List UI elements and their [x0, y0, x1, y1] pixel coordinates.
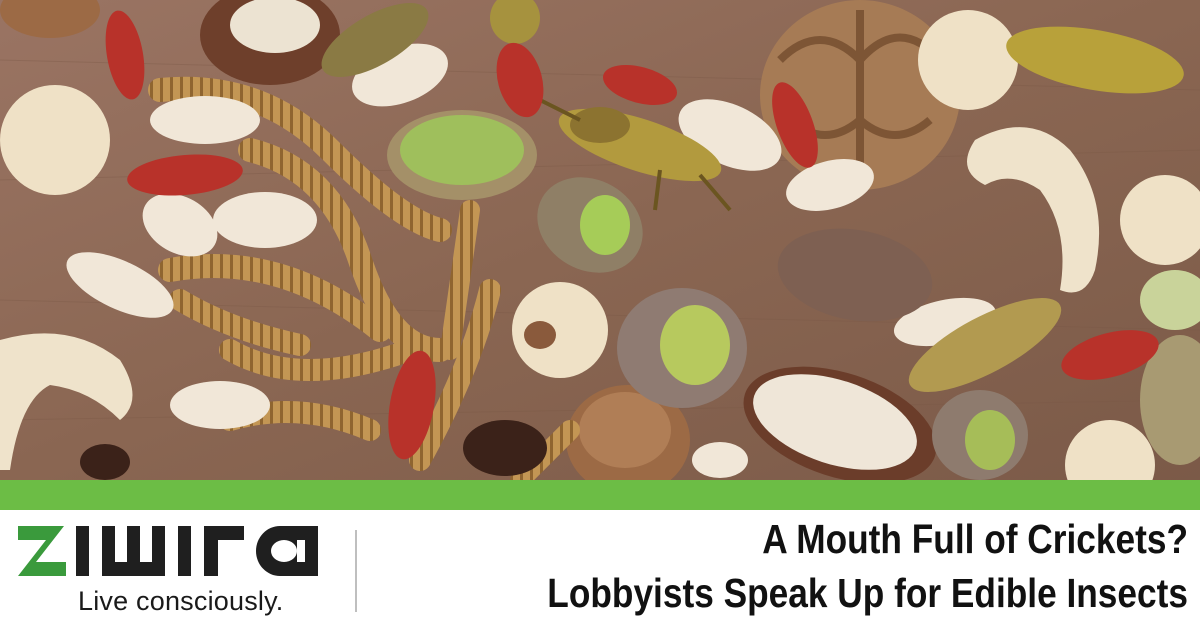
article-share-card: Live consciously. A Mouth Full of Cricke…	[0, 0, 1200, 630]
footer-divider	[355, 530, 357, 612]
pistachio	[932, 390, 1028, 480]
hazelnut	[918, 10, 1018, 110]
hazelnut	[0, 85, 110, 195]
pistachio	[617, 288, 747, 408]
headline-line-2: Lobbyists Speak Up for Edible Insects	[547, 570, 1188, 616]
raisin	[80, 444, 130, 480]
article-headline[interactable]: A Mouth Full of Crickets? Lobbyists Spea…	[388, 512, 1188, 620]
logo-wordmark	[18, 526, 318, 576]
accent-bar	[0, 480, 1200, 510]
footer-banner: Live consciously. A Mouth Full of Cricke…	[0, 510, 1200, 630]
pistachio	[387, 110, 537, 200]
brand-tagline: Live consciously.	[78, 586, 284, 616]
pine-nut	[170, 381, 270, 429]
pine-nut	[150, 96, 260, 144]
hero-photo	[0, 0, 1200, 480]
pistachio	[1140, 270, 1200, 465]
pine-nut	[692, 442, 748, 478]
headline-line-1: A Mouth Full of Crickets?	[762, 516, 1188, 562]
raisin	[463, 420, 547, 476]
pine-nut	[213, 192, 317, 248]
